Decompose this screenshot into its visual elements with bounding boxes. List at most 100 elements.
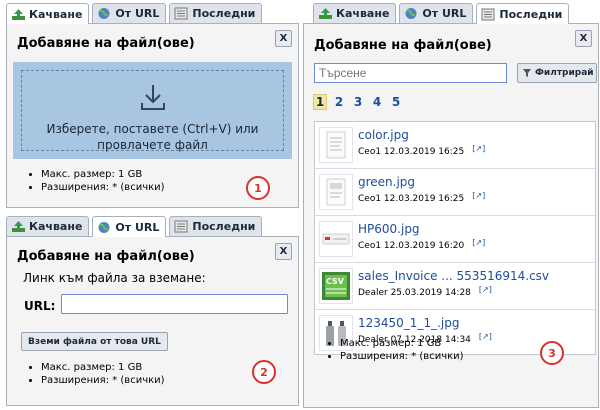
tab-upload[interactable]: Качване [6,3,90,24]
extensions: Разширения: * (всички) [340,350,464,363]
limits-info: Макс. размер: 1 GB Разширения: * (всички… [29,168,165,194]
document-thumbnail-icon [319,174,353,210]
tab-label: Последни [192,7,256,20]
fetch-url-button[interactable]: Вземи файла от това URL [21,332,168,351]
file-name-link[interactable]: color.jpg [358,128,409,142]
tab-from-url[interactable]: От URL [399,3,474,23]
file-meta: Ceo1 12.03.2019 16:25 [↗] [358,191,485,204]
external-link-icon[interactable]: [↗] [472,191,485,200]
url-label: URL: [24,299,56,313]
page-link[interactable]: 1 [313,94,327,110]
upload-icon [11,8,26,21]
limits-info: Макс. размер: 1 GB Разширения: * (всички… [328,337,464,363]
recent-box: Добавяне на файл(ове) X Филтрирай 1 2 3 … [303,23,599,408]
tab-recent[interactable]: Последни [476,3,570,24]
extensions: Разширения: * (всички) [41,181,165,194]
file-meta-text: Dealer 25.03.2019 14:28 [358,288,471,298]
limits-info: Макс. размер: 1 GB Разширения: * (всички… [29,361,165,387]
dropzone-border: Изберете, поставете (Ctrl+V) или провлач… [21,70,284,152]
recent-files-icon [481,8,496,21]
external-link-icon[interactable]: [↗] [479,285,492,294]
filter-button[interactable]: Филтрирай [517,63,597,83]
step-badge: 3 [540,341,564,365]
tab-upload[interactable]: Качване [313,3,397,23]
document-thumbnail-icon [319,127,353,163]
close-button[interactable]: X [575,30,592,47]
tab-from-url[interactable]: От URL [92,3,167,23]
tab-bar: Качване От URL Последни [6,3,265,24]
file-name-link[interactable]: green.jpg [358,175,415,189]
extensions: Разширения: * (всички) [41,374,165,387]
page-link[interactable]: 5 [389,94,403,110]
file-meta-text: Ceo1 12.03.2019 16:25 [358,147,465,157]
tab-from-url[interactable]: От URL [92,216,167,237]
close-button[interactable]: X [275,243,292,260]
tab-recent[interactable]: Последни [169,3,263,23]
external-link-icon[interactable]: [↗] [472,144,485,153]
tab-label: Качване [29,220,83,233]
close-button[interactable]: X [275,30,292,47]
upload-box: Добавяне на файл(ове) X Изберете, постав… [6,23,299,208]
link-label: Линк към файла за вземане: [23,271,206,285]
file-meta: Dealer 25.03.2019 14:28 [↗] [358,285,492,298]
recent-files-icon [174,220,189,233]
printer-thumbnail-icon [319,221,353,257]
globe-icon [404,7,419,20]
tab-label: Последни [192,220,256,233]
tab-label: От URL [115,7,160,20]
max-size: Макс. размер: 1 GB [340,337,464,350]
csv-file-icon: CSV [319,268,353,304]
list-item[interactable]: HP600.jpg Ceo1 12.03.2019 16:20 [↗] [315,216,595,263]
tab-label: Качване [29,7,83,21]
recent-panel: Качване От URL Последни Добавяне на файл… [303,3,599,408]
external-link-icon[interactable]: [↗] [479,332,492,341]
dialog-title: Добавяне на файл(ове) [314,38,492,53]
file-meta: Ceo1 12.03.2019 16:25 [↗] [358,144,485,157]
globe-icon [97,7,112,20]
globe-icon [97,221,112,234]
tab-label: От URL [115,220,160,234]
page-link[interactable]: 3 [351,94,365,110]
filter-icon [522,68,532,78]
max-size: Макс. размер: 1 GB [41,168,165,181]
recent-files-icon [174,7,189,20]
url-box: Добавяне на файл(ове) X Линк към файла з… [6,236,299,406]
file-meta-text: Ceo1 12.03.2019 16:20 [358,241,465,251]
file-dropzone[interactable]: Изберете, поставете (Ctrl+V) или провлач… [13,62,292,159]
tab-bar: Качване От URL Последни [313,3,572,24]
file-name-link[interactable]: HP600.jpg [358,222,420,236]
filter-button-label: Филтрирай [535,68,594,78]
url-panel: Качване От URL Последни Добавяне на файл… [6,216,299,406]
dropzone-text: Изберете, поставете (Ctrl+V) или провлач… [46,122,259,152]
page-link[interactable]: 4 [370,94,384,110]
download-icon [140,83,166,115]
list-item[interactable]: color.jpg Ceo1 12.03.2019 16:25 [↗] [315,122,595,169]
step-badge: 2 [252,360,276,384]
url-input[interactable] [61,294,288,314]
file-meta: Ceo1 12.03.2019 16:20 [↗] [358,238,485,251]
list-item[interactable]: green.jpg Ceo1 12.03.2019 16:25 [↗] [315,169,595,216]
file-name-link[interactable]: sales_Invoice ... 553516914.csv [358,269,549,283]
recent-file-list: color.jpg Ceo1 12.03.2019 16:25 [↗] green… [314,121,596,355]
tab-label: От URL [422,7,467,20]
pagination: 1 2 3 4 5 [313,94,408,110]
tab-label: Качване [336,7,390,20]
dialog-title: Добавяне на файл(ове) [17,249,195,264]
upload-icon [11,220,26,233]
svg-text:CSV: CSV [326,277,345,286]
external-link-icon[interactable]: [↗] [472,238,485,247]
upload-icon [318,7,333,20]
dialog-title: Добавяне на файл(ове) [17,36,195,51]
list-item[interactable]: CSV sales_Invoice ... 553516914.csv Deal… [315,263,595,310]
tab-recent[interactable]: Последни [169,216,263,236]
tab-bar: Качване От URL Последни [6,216,265,237]
step-badge: 1 [246,176,270,200]
page-link[interactable]: 2 [332,94,346,110]
file-meta-text: Ceo1 12.03.2019 16:25 [358,194,465,204]
search-input[interactable] [314,63,507,83]
upload-panel: Качване От URL Последни Добавяне на файл… [6,3,299,208]
max-size: Макс. размер: 1 GB [41,361,165,374]
tab-label: Последни [499,7,563,21]
tab-upload[interactable]: Качване [6,216,90,236]
file-name-link[interactable]: 123450_1_1_.jpg [358,316,459,330]
